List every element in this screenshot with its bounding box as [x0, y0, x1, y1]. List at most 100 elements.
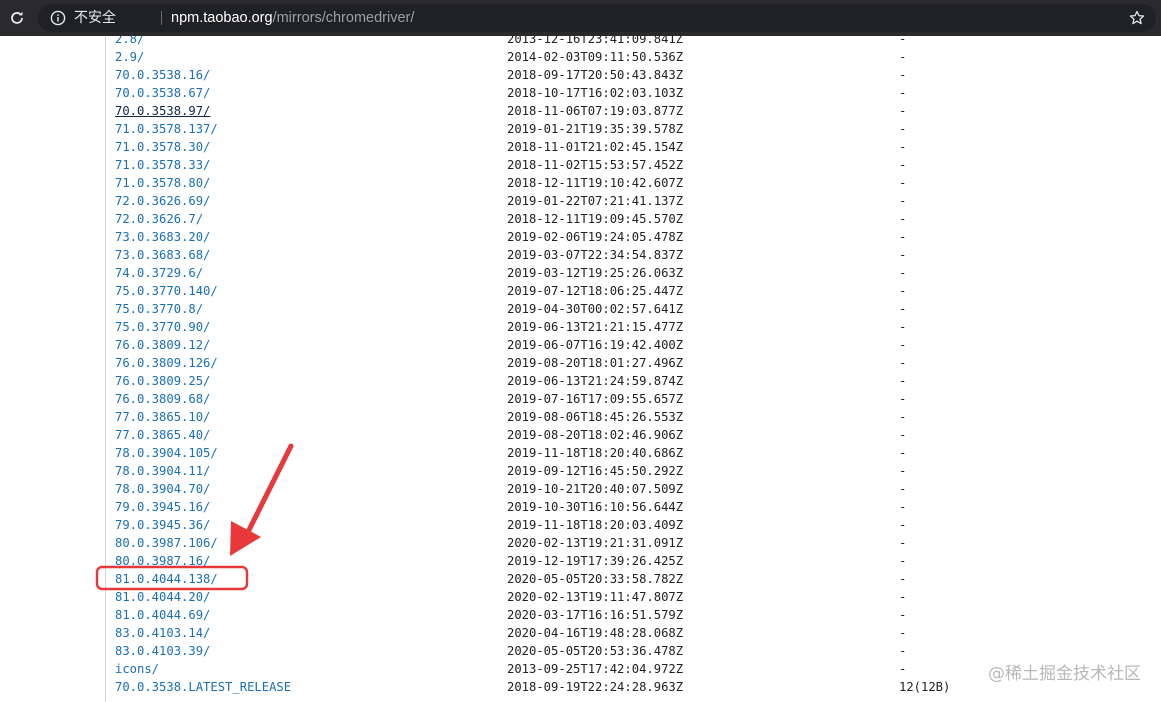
file-link[interactable]: 81.0.4044.69/ — [115, 606, 210, 624]
listing-row: 71.0.3578.33/2018-11-02T15:53:57.452Z - — [115, 156, 1155, 174]
listing-row: 70.0.3538.97/2018-11-06T07:19:03.877Z - — [115, 102, 1155, 120]
file-size: - — [899, 86, 907, 100]
address-bar-divider — [161, 11, 162, 25]
file-link[interactable]: 80.0.3987.106/ — [115, 534, 218, 552]
modified-date: 2018-11-02T15:53:57.452Z — [507, 158, 684, 172]
file-link[interactable]: 2.8/ — [115, 36, 144, 48]
file-link[interactable]: 70.0.3538.67/ — [115, 84, 210, 102]
modified-date: 2019-11-18T18:20:40.686Z — [507, 446, 684, 460]
file-link[interactable]: 71.0.3578.80/ — [115, 174, 210, 192]
listing-row: 81.0.4044.69/2020-03-17T16:16:51.579Z - — [115, 606, 1155, 624]
listing-row: 83.0.4103.39/2020-05-05T20:53:36.478Z - — [115, 642, 1155, 660]
file-link[interactable]: 73.0.3683.68/ — [115, 246, 210, 264]
modified-date: 2018-12-11T19:10:42.607Z — [507, 176, 684, 190]
file-link[interactable]: 77.0.3865.10/ — [115, 408, 210, 426]
listing-row: 77.0.3865.40/2019-08-20T18:02:46.906Z - — [115, 426, 1155, 444]
file-size: - — [899, 374, 907, 388]
file-link[interactable]: icons/ — [115, 660, 159, 678]
file-size: - — [899, 518, 907, 532]
page-content: 2.8/2013-12-16T23:41:09.841Z -2.9/2014-02… — [0, 36, 1161, 702]
file-link[interactable]: 75.0.3770.90/ — [115, 318, 210, 336]
listing-row: 74.0.3729.6/2019-03-12T19:25:26.063Z - — [115, 264, 1155, 282]
file-link[interactable]: 79.0.3945.36/ — [115, 516, 210, 534]
url-text[interactable]: npm.taobao.org/mirrors/chromedriver/ — [171, 9, 414, 27]
file-link[interactable]: 71.0.3578.33/ — [115, 156, 210, 174]
file-link[interactable]: 83.0.4103.14/ — [115, 624, 210, 642]
file-link[interactable]: 70.0.3538.16/ — [115, 66, 210, 84]
file-size: - — [899, 392, 907, 406]
reload-button[interactable] — [5, 6, 29, 30]
file-size: - — [899, 446, 907, 460]
file-size: - — [899, 626, 907, 640]
modified-date: 2019-10-21T20:40:07.509Z — [507, 482, 684, 496]
file-link[interactable]: 78.0.3904.70/ — [115, 480, 210, 498]
modified-date: 2018-11-01T21:02:45.154Z — [507, 140, 684, 154]
security-label[interactable]: 不安全 — [74, 10, 116, 26]
modified-date: 2020-04-16T19:48:28.068Z — [507, 626, 684, 640]
file-size: - — [899, 284, 907, 298]
listing-row: 81.0.4044.20/2020-02-13T19:11:47.807Z - — [115, 588, 1155, 606]
file-size: - — [899, 158, 907, 172]
modified-date: 2019-06-13T21:21:15.477Z — [507, 320, 684, 334]
file-link[interactable]: 70.0.3538.97/ — [115, 102, 210, 120]
modified-date: 2020-03-17T16:16:51.579Z — [507, 608, 684, 622]
file-link[interactable]: 75.0.3770.8/ — [115, 300, 203, 318]
listing-row: 71.0.3578.137/2019-01-21T19:35:39.578Z - — [115, 120, 1155, 138]
file-link[interactable]: 78.0.3904.105/ — [115, 444, 218, 462]
file-link[interactable]: 71.0.3578.30/ — [115, 138, 210, 156]
file-link[interactable]: 76.0.3809.68/ — [115, 390, 210, 408]
file-link[interactable]: 72.0.3626.69/ — [115, 192, 210, 210]
file-link[interactable]: 80.0.3987.16/ — [115, 552, 210, 570]
file-link[interactable]: 83.0.4103.39/ — [115, 642, 210, 660]
listing-row: 78.0.3904.70/2019-10-21T20:40:07.509Z - — [115, 480, 1155, 498]
listing-row: 76.0.3809.25/2019-06-13T21:24:59.874Z - — [115, 372, 1155, 390]
file-link[interactable]: 79.0.3945.16/ — [115, 498, 210, 516]
file-size: - — [899, 194, 907, 208]
modified-date: 2019-12-19T17:39:26.425Z — [507, 554, 684, 568]
modified-date: 2019-01-22T07:21:41.137Z — [507, 194, 684, 208]
listing-row: 81.0.4044.138/2020-05-05T20:33:58.782Z - — [115, 570, 1155, 588]
modified-date: 2018-09-19T22:24:28.963Z — [507, 680, 684, 694]
modified-date: 2019-02-06T19:24:05.478Z — [507, 230, 684, 244]
file-link[interactable]: 76.0.3809.12/ — [115, 336, 210, 354]
file-size: - — [899, 230, 907, 244]
modified-date: 2019-01-21T19:35:39.578Z — [507, 122, 684, 136]
listing-row: 72.0.3626.7/2018-12-11T19:09:45.570Z - — [115, 210, 1155, 228]
file-link[interactable]: 76.0.3809.25/ — [115, 372, 210, 390]
file-link[interactable]: 73.0.3683.20/ — [115, 228, 210, 246]
file-link[interactable]: 74.0.3729.6/ — [115, 264, 203, 282]
file-size: - — [899, 212, 907, 226]
address-bar[interactable]: 不安全 npm.taobao.org/mirrors/chromedriver/ — [38, 4, 1156, 32]
listing-row: 2.9/2014-02-03T09:11:50.536Z - — [115, 48, 1155, 66]
file-size: - — [899, 554, 907, 568]
file-link[interactable]: 78.0.3904.11/ — [115, 462, 210, 480]
modified-date: 2019-03-07T22:34:54.837Z — [507, 248, 684, 262]
file-link[interactable]: 2.9/ — [115, 48, 144, 66]
file-link[interactable]: 77.0.3865.40/ — [115, 426, 210, 444]
file-link[interactable]: 72.0.3626.7/ — [115, 210, 203, 228]
info-icon[interactable] — [50, 10, 66, 26]
modified-date: 2020-05-05T20:53:36.478Z — [507, 644, 684, 658]
modified-date: 2019-07-12T18:06:25.447Z — [507, 284, 684, 298]
modified-date: 2018-11-06T07:19:03.877Z — [507, 104, 684, 118]
file-link[interactable]: 75.0.3770.140/ — [115, 282, 218, 300]
modified-date: 2019-09-12T16:45:50.292Z — [507, 464, 684, 478]
file-link[interactable]: 70.0.3538.LATEST_RELEASE — [115, 678, 291, 696]
file-size: - — [899, 356, 907, 370]
file-size: - — [899, 410, 907, 424]
file-size: - — [899, 320, 907, 334]
bookmark-star-icon[interactable] — [1128, 9, 1146, 27]
file-link[interactable]: 71.0.3578.137/ — [115, 120, 218, 138]
file-size: - — [899, 302, 907, 316]
modified-date: 2013-09-25T17:42:04.972Z — [507, 662, 684, 676]
modified-date: 2018-09-17T20:50:43.843Z — [507, 68, 684, 82]
file-size: - — [899, 266, 907, 280]
listing-row: 71.0.3578.80/2018-12-11T19:10:42.607Z - — [115, 174, 1155, 192]
file-link[interactable]: 81.0.4044.20/ — [115, 588, 210, 606]
file-size: - — [899, 536, 907, 550]
modified-date: 2019-04-30T00:02:57.641Z — [507, 302, 684, 316]
modified-date: 2019-03-12T19:25:26.063Z — [507, 266, 684, 280]
file-link[interactable]: 76.0.3809.126/ — [115, 354, 218, 372]
file-link[interactable]: 81.0.4044.138/ — [115, 570, 218, 588]
file-size: - — [899, 644, 907, 658]
